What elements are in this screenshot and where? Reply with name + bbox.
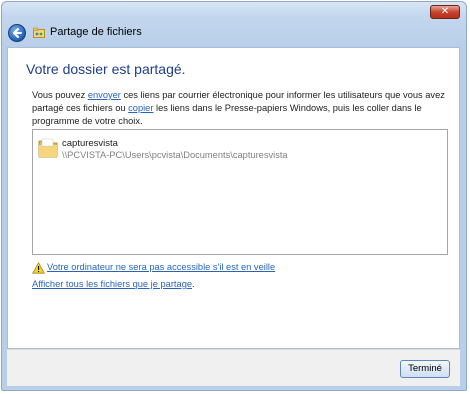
folder-icon — [38, 138, 58, 158]
send-link[interactable]: envoyer — [88, 90, 121, 100]
show-all-suffix: . — [192, 279, 195, 289]
footer-bar — [7, 349, 460, 386]
shared-folder-path: \\PCVISTA-PC\Users\pcvista\Documents\cap… — [62, 150, 288, 160]
copy-link[interactable]: copier — [128, 103, 153, 113]
show-all-shared-line: Afficher tous les fichiers que je partag… — [32, 279, 195, 289]
description-text: Vous pouvez envoyer ces liens par courri… — [32, 89, 452, 128]
warning-icon — [32, 262, 45, 274]
desc-part-1: Vous pouvez — [32, 90, 88, 100]
back-arrow-icon — [13, 28, 22, 38]
window-title: Partage de fichiers — [50, 26, 142, 38]
page-heading: Votre dossier est partagé. — [26, 61, 186, 77]
show-all-shared-link[interactable]: Afficher tous les fichiers que je partag… — [32, 279, 192, 289]
close-button[interactable]: ✕ — [430, 5, 460, 19]
sleep-warning-link[interactable]: Votre ordinateur ne sera pas accessible … — [47, 262, 275, 272]
share-folder-icon — [33, 27, 45, 38]
shared-folder-name[interactable]: capturesvista — [62, 138, 118, 149]
back-button[interactable] — [8, 24, 26, 42]
done-button[interactable]: Terminé — [400, 360, 450, 378]
